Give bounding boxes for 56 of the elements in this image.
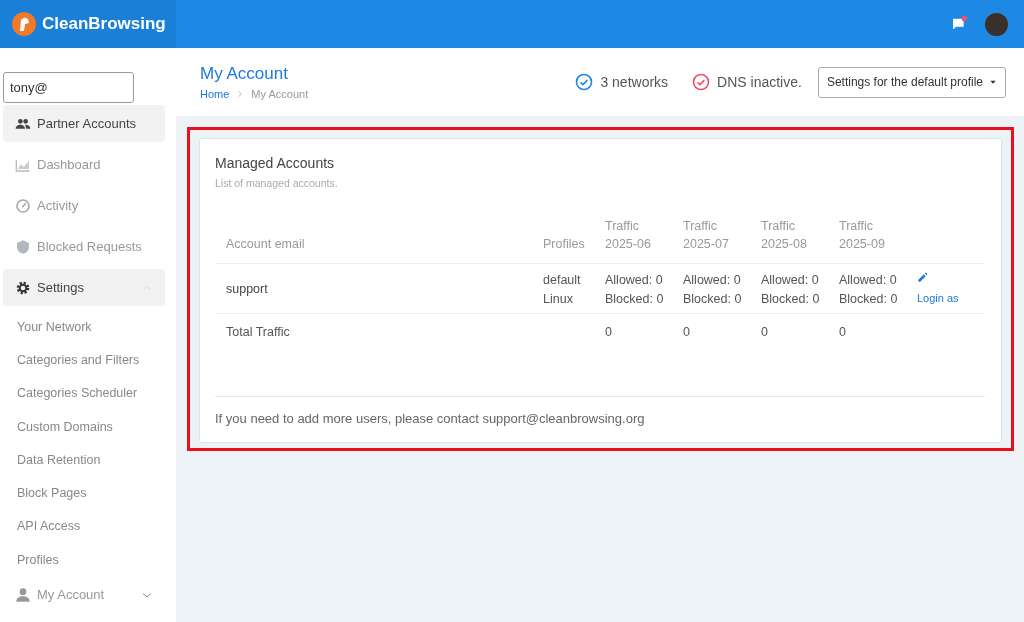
nav-item[interactable]: Activity: [3, 187, 165, 224]
nav-subitem[interactable]: Your Network: [3, 310, 165, 344]
gauge-icon: [15, 197, 31, 214]
nav-subitem[interactable]: Block Pages: [3, 476, 165, 510]
breadcrumb-item: My Account: [251, 88, 309, 100]
pencil-icon: [917, 271, 928, 283]
table-cell-text: Linux: [543, 290, 574, 308]
nav-subitem[interactable]: API Access: [3, 509, 165, 544]
nav-item[interactable]: Dashboard: [3, 146, 165, 183]
nav-item[interactable]: Settings: [3, 269, 165, 306]
gear-icon: [15, 279, 31, 296]
nav-subitem[interactable]: Profiles: [3, 543, 165, 577]
table-cell-text: Allowed: 0: [839, 272, 898, 289]
profile-dropdown[interactable]: Settings for the default profile: [817, 66, 1006, 98]
search-field[interactable]: tony@: [3, 72, 134, 103]
column-header: Traffic 2025-06: [605, 218, 652, 253]
login-link[interactable]: Login as: [917, 288, 959, 308]
person-icon: [15, 586, 31, 603]
breadcrumb-item[interactable]: Home: [200, 88, 230, 100]
table-cell-text: Allowed: 0: [683, 272, 742, 289]
table-cell: 0: [683, 325, 690, 339]
table-cell-text: Allowed: 0: [605, 272, 664, 289]
logo-icon: [12, 12, 36, 36]
table-cell-text: Blocked: 0: [683, 290, 743, 308]
card-title: Managed Accounts: [215, 155, 336, 171]
status-text: DNS inactive.: [717, 74, 802, 90]
table-cell: Total Traffic: [226, 325, 290, 339]
table-cell: support: [226, 282, 268, 297]
column-header: Account email: [226, 237, 305, 251]
table-cell-text: default: [543, 272, 582, 289]
column-header: Traffic 2025-09: [839, 218, 886, 253]
card-subtitle: List of managed accounts.: [215, 177, 339, 189]
avatar[interactable]: [985, 12, 1008, 36]
caret-icon: [989, 78, 997, 86]
table-cell-text: Blocked: 0: [839, 290, 899, 308]
status-text: 3 networks: [600, 74, 669, 90]
nav-subitem[interactable]: Data Retention: [3, 443, 165, 477]
chevron-right-icon: [236, 90, 245, 98]
footer-note: If you need to add more users, please contact support@cleanbrowsing.org: [215, 395, 985, 426]
nav-item[interactable]: My Account: [3, 576, 165, 614]
nav-item[interactable]: Partner Accounts: [3, 105, 165, 142]
table-cell: 0: [605, 325, 612, 339]
nav-subitem[interactable]: Categories Scheduler: [3, 376, 165, 410]
column-header: Profiles: [543, 237, 585, 251]
nav-subitem[interactable]: Categories and Filters: [3, 343, 165, 377]
nav-item[interactable]: Blocked Requests: [3, 228, 165, 265]
shield-icon: [15, 238, 31, 255]
table-cell: 0: [761, 325, 768, 339]
nav-subitem[interactable]: Custom Domains: [3, 409, 165, 444]
table-cell: 0: [839, 325, 846, 339]
page-title: My Account: [200, 64, 289, 84]
table-cell-text: Blocked: 0: [761, 290, 821, 308]
column-header: Traffic 2025-08: [761, 218, 808, 253]
column-header: Traffic 2025-07: [683, 218, 730, 253]
table-cell-text: Blocked: 0: [605, 290, 665, 308]
table-cell-text: Allowed: 0: [761, 272, 820, 289]
